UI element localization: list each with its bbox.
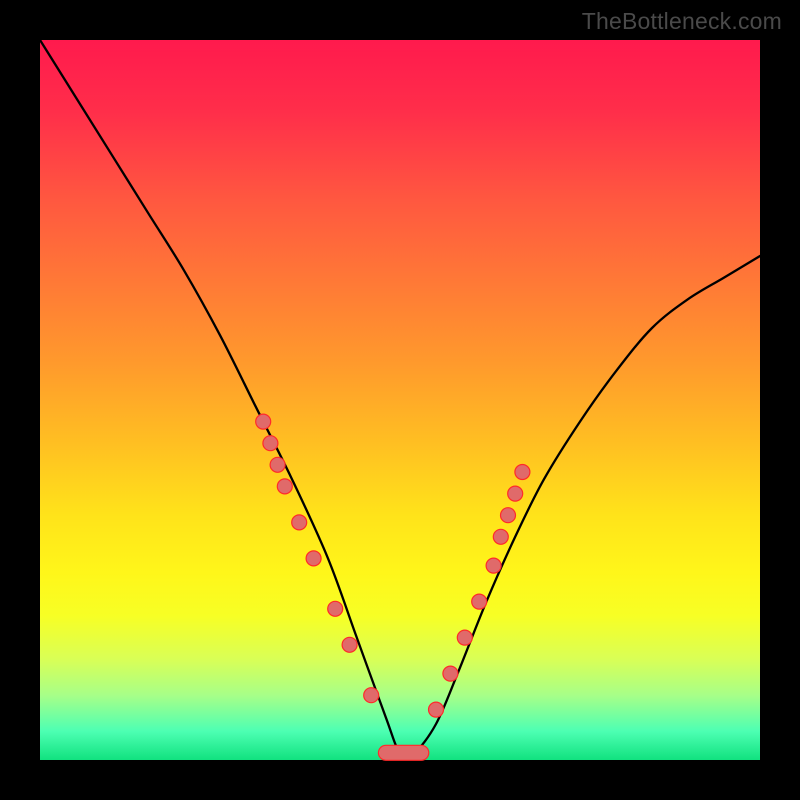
marker-point (364, 688, 379, 703)
marker-point (306, 551, 321, 566)
bottleneck-curve (40, 40, 760, 757)
marker-point (515, 465, 530, 480)
marker-point (486, 558, 501, 573)
marker-point (292, 515, 307, 530)
marker-point (443, 666, 458, 681)
marker-point (457, 630, 472, 645)
marker-point (328, 601, 343, 616)
marker-point (501, 508, 516, 523)
marker-point (342, 637, 357, 652)
marker-point (493, 529, 508, 544)
marker-point (270, 457, 285, 472)
watermark-text: TheBottleneck.com (582, 8, 782, 35)
chart-frame: TheBottleneck.com (0, 0, 800, 800)
minimum-band (378, 745, 428, 760)
marker-point (256, 414, 271, 429)
marker-point (429, 702, 444, 717)
marker-point (472, 594, 487, 609)
marker-point (508, 486, 523, 501)
plot-area (40, 40, 760, 760)
marker-point (263, 436, 278, 451)
curve-svg (40, 40, 760, 760)
marker-point (277, 479, 292, 494)
curve-markers (256, 414, 530, 760)
